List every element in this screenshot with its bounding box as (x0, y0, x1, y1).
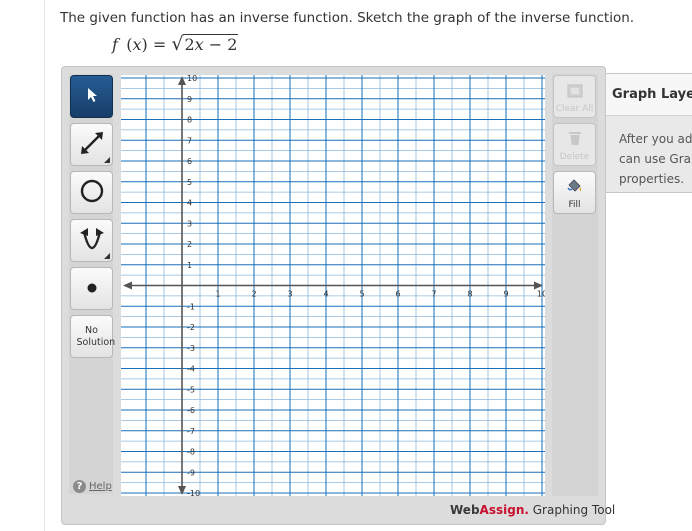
clear-all-icon (567, 83, 583, 102)
graph-layers-header[interactable]: Graph Layers (606, 74, 692, 116)
brand-assign: Assign. (479, 503, 529, 517)
y-axis-up-arrow-icon (178, 76, 186, 85)
y-tick-label: 4 (187, 199, 192, 208)
circle-icon (79, 178, 105, 208)
graph-layers-line-3: properties. (619, 172, 685, 186)
tool-options-corner-icon (104, 253, 110, 259)
circle-tool-button[interactable] (70, 171, 113, 214)
y-tick-label: -9 (187, 468, 195, 477)
x-tick-label: 1 (215, 290, 220, 299)
point-icon (86, 279, 98, 298)
graph-svg[interactable]: 1 2 3 4 5 6 7 8 9 10 10 9 8 7 6 5 4 3 2 1 -1 -2 -3 -4 -5 -6 -7 -8 -9… (121, 75, 545, 496)
y-tick-label: -2 (187, 323, 195, 332)
parabola-tool-button[interactable] (70, 219, 113, 262)
parabola-icon (77, 224, 107, 258)
paint-bucket-icon (566, 178, 584, 198)
help-icon: ? (73, 480, 86, 493)
y-tick-label: 7 (187, 136, 192, 145)
webassign-brand: WebAssign. Graphing Tool (450, 503, 615, 517)
no-solution-label: No Solution (76, 324, 116, 348)
x-tick-label: 3 (287, 290, 292, 299)
radicand-constant: − 2 (203, 35, 238, 54)
fill-button[interactable]: Fill (553, 171, 596, 214)
x-tick-label: 5 (359, 290, 364, 299)
x-tick-label: 4 (323, 290, 328, 299)
delete-label: Delete (559, 152, 590, 162)
x-axis-left-arrow-icon (123, 281, 132, 290)
y-tick-label: -4 (187, 365, 195, 374)
x-tick-label: 10 (537, 290, 545, 299)
pointer-arrow-icon (85, 87, 99, 107)
y-tick-label: -6 (187, 406, 195, 415)
delete-button[interactable]: Delete (553, 123, 596, 166)
x-tick-label: 9 (503, 290, 508, 299)
clear-all-button[interactable]: Clear All (553, 75, 596, 118)
y-tick-label: -1 (187, 302, 195, 311)
y-tick-label: -8 (187, 448, 195, 457)
graph-layers-panel: Graph Layers After you add can use Graph… (605, 73, 692, 193)
y-tick-label: 8 (187, 116, 192, 125)
help-link[interactable]: Help (89, 481, 112, 492)
graph-canvas[interactable]: 1 2 3 4 5 6 7 8 9 10 10 9 8 7 6 5 4 3 2 1 -1 -2 -3 -4 -5 -6 -7 -8 -9… (121, 75, 545, 496)
x-tick-label: 7 (431, 290, 436, 299)
line-segment-icon (77, 128, 107, 162)
y-tick-label: 10 (187, 75, 197, 83)
point-tool-button[interactable] (70, 267, 113, 310)
x-tick-label: 2 (251, 290, 256, 299)
help-link-group[interactable]: ? Help (73, 480, 112, 493)
brand-tail: Graphing Tool (528, 503, 616, 517)
y-tick-label: -7 (187, 427, 195, 436)
radicand-coefficient: 2 (184, 35, 195, 54)
formula-equals: = (152, 35, 167, 54)
sqrt-symbol: √ (171, 33, 184, 55)
content-left-rule (44, 0, 45, 531)
y-tick-label: 6 (187, 157, 192, 166)
y-tick-label: 1 (187, 261, 192, 270)
line-tool-button[interactable] (70, 123, 113, 166)
y-tick-label: 5 (187, 178, 192, 187)
function-formula: f (x) = √2x − 2 (112, 33, 239, 55)
fill-label: Fill (568, 200, 581, 210)
formula-close-paren: ) (141, 35, 148, 54)
y-tick-label: -5 (187, 385, 195, 394)
y-tick-label: 9 (187, 95, 192, 104)
graph-layers-line-2: can use Graph (619, 152, 692, 166)
formula-function-name: f (112, 35, 118, 54)
brand-web: Web (450, 503, 480, 517)
y-tick-label: -10 (187, 489, 200, 496)
graph-layers-text: After you add can use Graph properties. (619, 129, 692, 189)
y-axis-down-arrow-icon (178, 486, 186, 495)
no-solution-button[interactable]: No Solution (70, 315, 116, 358)
y-tick-label: 2 (187, 240, 192, 249)
pointer-tool-button[interactable] (70, 75, 113, 118)
question-prompt: The given function has an inverse functi… (60, 10, 635, 26)
radicand-variable: x (194, 35, 204, 54)
formula-radicand: 2x − 2 (183, 34, 239, 54)
trash-icon (567, 130, 583, 150)
graph-layers-line-1: After you add (619, 132, 692, 146)
y-tick-label: -3 (187, 344, 195, 353)
tool-options-corner-icon (104, 157, 110, 163)
clear-all-label: Clear All (555, 104, 594, 114)
x-tick-label: 6 (395, 290, 400, 299)
x-tick-label: 8 (467, 290, 472, 299)
y-tick-label: 3 (187, 219, 192, 228)
